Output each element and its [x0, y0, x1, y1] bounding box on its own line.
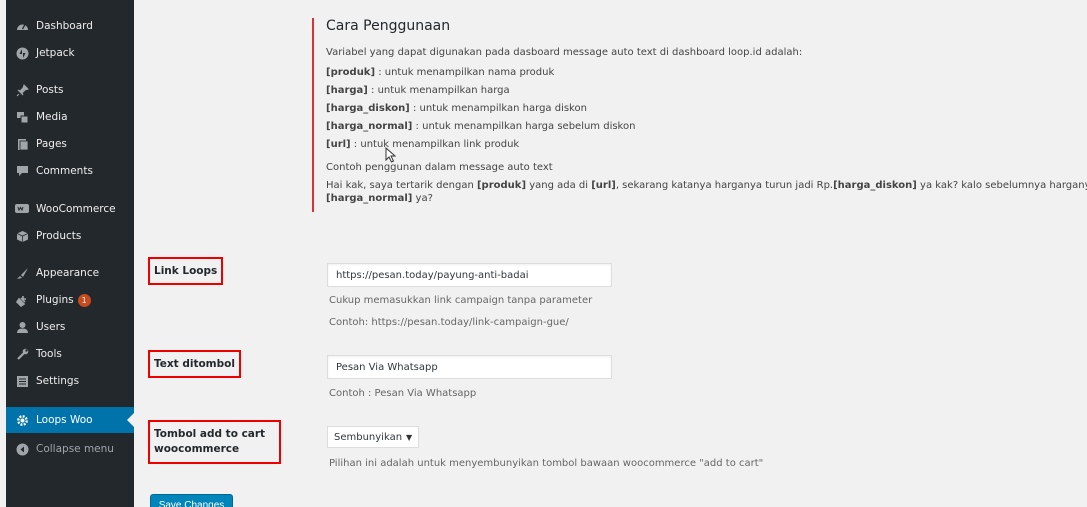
- text-button-example: Contoh : Pesan Via Whatsapp: [329, 388, 477, 399]
- sidebar-item-label: Products: [36, 230, 82, 242]
- usage-title: Cara Penggunaan: [326, 18, 451, 34]
- sidebar-item-plugins[interactable]: Plugins 1: [6, 287, 134, 313]
- text-button-label: Text ditombol: [148, 350, 241, 378]
- dashboard-icon: [15, 19, 29, 33]
- users-icon: [15, 320, 29, 334]
- mouse-cursor-icon: [385, 147, 397, 163]
- link-loops-label: Link Loops: [148, 257, 224, 285]
- variable-item: [url] : untuk menampilkan link produk: [326, 138, 520, 150]
- usage-info-box: Cara Penggunaan Variabel yang dapat digu…: [312, 18, 1087, 212]
- sidebar-item-posts[interactable]: Posts: [6, 77, 134, 103]
- plugins-icon: [15, 293, 29, 307]
- sidebar-item-woocommerce[interactable]: WooCommerce: [6, 196, 134, 222]
- variable-item: [harga_diskon] : untuk menampilkan harga…: [326, 102, 587, 114]
- sidebar-item-tools[interactable]: Tools: [6, 341, 134, 367]
- chevron-down-icon: ▼: [406, 432, 413, 442]
- sidebar-item-label: Collapse menu: [36, 443, 114, 455]
- sidebar-item-users[interactable]: Users: [6, 314, 134, 340]
- add-to-cart-label: Tombol add to cart woocommerce: [148, 420, 282, 465]
- collapse-menu-button[interactable]: Collapse menu: [6, 436, 134, 462]
- jetpack-icon: [15, 46, 29, 60]
- link-loops-input[interactable]: [327, 263, 612, 287]
- pin-icon: [15, 83, 29, 97]
- sidebar-item-label: Comments: [36, 165, 93, 177]
- collapse-icon: [15, 442, 29, 456]
- variable-item: [harga_normal] : untuk menampilkan harga…: [326, 120, 636, 132]
- link-loops-description: Cukup memasukkan link campaign tanpa par…: [329, 295, 593, 306]
- example-message: Hai kak, saya tertarik dengan [produk] y…: [326, 179, 1087, 205]
- sidebar-item-pages[interactable]: Pages: [6, 131, 134, 157]
- sidebar-item-label: WooCommerce: [36, 203, 116, 215]
- appearance-icon: [15, 266, 29, 280]
- variable-list: [produk] : untuk menampilkan nama produk…: [326, 66, 1087, 152]
- sidebar-item-media[interactable]: Media: [6, 104, 134, 130]
- sidebar-item-settings[interactable]: Settings: [6, 368, 134, 394]
- media-icon: [15, 110, 29, 124]
- variable-item: [harga] : untuk menampilkan harga: [326, 84, 510, 96]
- sidebar-item-label: Settings: [36, 375, 80, 387]
- add-to-cart-select[interactable]: Sembunyikan ▼: [327, 426, 420, 448]
- sidebar-item-dashboard[interactable]: Dashboard: [6, 13, 134, 39]
- sidebar-item-label: Appearance: [36, 267, 100, 279]
- sidebar-item-jetpack[interactable]: Jetpack: [6, 40, 134, 66]
- pages-icon: [15, 137, 29, 151]
- example-heading: Contoh penggunan dalam message auto text: [326, 162, 553, 173]
- comments-icon: [15, 164, 29, 178]
- products-icon: [15, 229, 29, 243]
- text-button-input[interactable]: [327, 355, 612, 379]
- plugins-update-badge: 1: [77, 293, 91, 307]
- sidebar-item-label: Tools: [36, 348, 62, 360]
- sidebar-item-label: Pages: [36, 138, 67, 150]
- link-loops-example: Contoh: https://pesan.today/link-campaig…: [329, 317, 569, 328]
- add-to-cart-selected: Sembunyikan: [334, 431, 403, 443]
- sidebar-item-label: Loops Woo: [36, 414, 93, 426]
- tools-icon: [15, 347, 29, 361]
- settings-content: Cara Penggunaan Variabel yang dapat digu…: [134, 0, 1087, 507]
- sidebar-item-label: Plugins: [36, 294, 74, 306]
- sidebar-item-label: Dashboard: [36, 20, 93, 32]
- add-to-cart-description: Pilihan ini adalah untuk menyembunyikan …: [329, 458, 764, 469]
- sidebar-item-products[interactable]: Products: [6, 223, 134, 249]
- sidebar-item-label: Users: [36, 321, 66, 333]
- settings-sliders-icon: [15, 374, 29, 388]
- gear-icon: [15, 413, 29, 427]
- sidebar-item-loops-woo[interactable]: Loops Woo: [6, 407, 135, 433]
- variable-item: [produk] : untuk menampilkan nama produk: [326, 66, 555, 78]
- sidebar-item-label: Posts: [36, 84, 64, 96]
- sidebar-item-label: Jetpack: [36, 47, 75, 59]
- save-changes-button[interactable]: Save Changes: [150, 494, 233, 507]
- sidebar-item-label: Media: [36, 111, 68, 123]
- sidebar-item-appearance[interactable]: Appearance: [6, 260, 134, 286]
- admin-sidebar: Dashboard Jetpack Posts Media Pages Comm…: [6, 0, 135, 507]
- sidebar-item-comments[interactable]: Comments: [6, 158, 134, 184]
- usage-intro: Variabel yang dapat digunakan pada dasbo…: [326, 47, 803, 58]
- woocommerce-icon: [15, 202, 29, 216]
